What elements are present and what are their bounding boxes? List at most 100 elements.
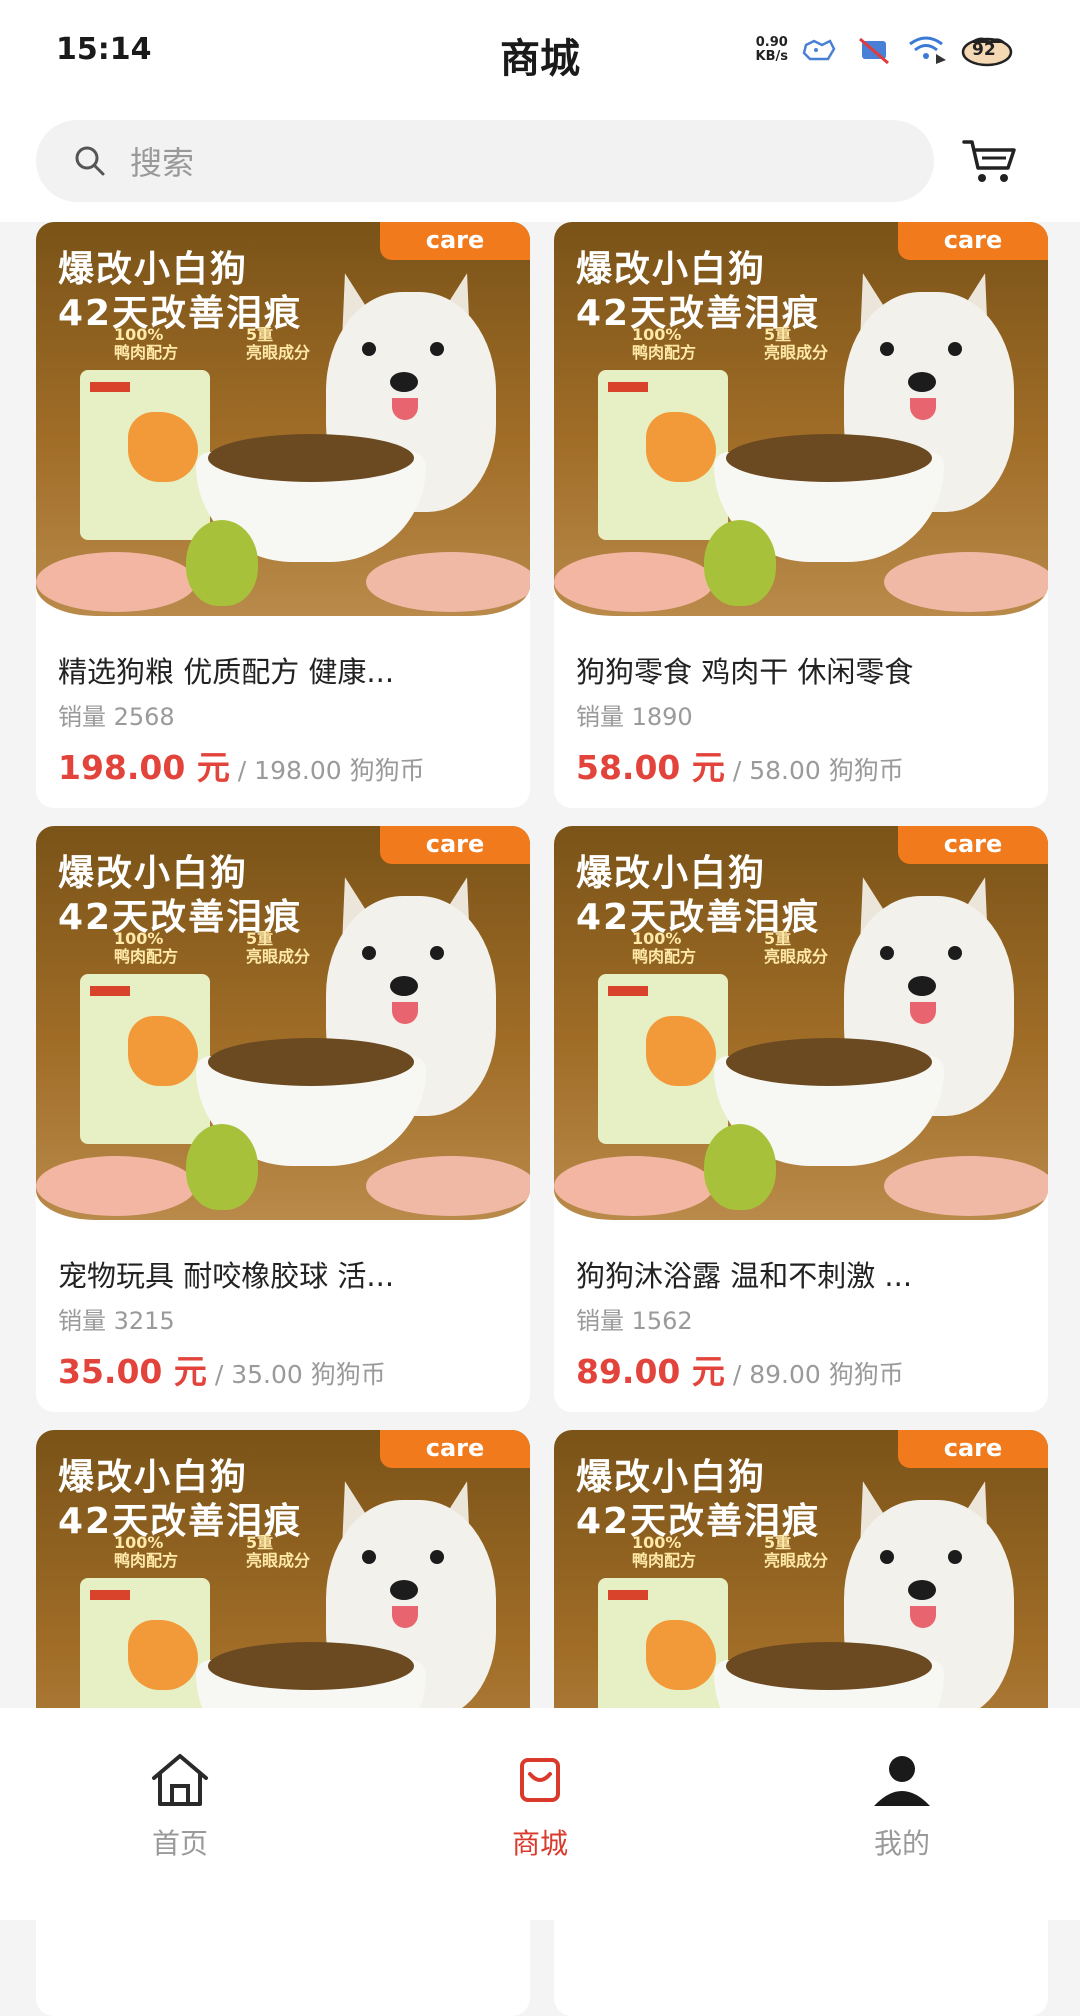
product-coin-price: / 58.00 狗狗币 — [724, 756, 904, 785]
badge1-bottom: 鸭肉配方 — [114, 343, 179, 362]
badge1-bottom: 鸭肉配方 — [114, 1551, 179, 1570]
dog-eye-right — [430, 1550, 444, 1564]
battery-icon: 92 — [960, 33, 1014, 67]
tab-profile[interactable]: 我的 — [822, 1752, 982, 1862]
dog-eye-left — [880, 1550, 894, 1564]
pear-illustration — [704, 1124, 776, 1210]
image-badge-2: 5重 亮眼成分 — [246, 930, 310, 966]
product-price-row — [576, 1954, 1026, 1998]
badge2-bottom: 亮眼成分 — [764, 343, 829, 362]
product-card-4[interactable]: 爆改小白狗 42天改善泪痕 care 100% 鸭肉配方 5重 亮眼成分 狗狗沐浴露… — [554, 826, 1048, 1412]
dog-eye-left — [362, 342, 376, 356]
tab-profile-label: 我的 — [873, 1827, 930, 1860]
kibble-illustration — [726, 1038, 932, 1086]
image-badge-2: 5重 亮眼成分 — [764, 1534, 828, 1570]
search-icon — [75, 146, 105, 176]
image-badge-1: 100% 鸭肉配方 — [114, 930, 178, 966]
meat-illustration-right — [884, 1156, 1048, 1216]
tab-home[interactable]: 首页 — [100, 1752, 260, 1862]
badge1-top: 100% — [632, 1533, 682, 1552]
net-speed: 0.90 KB/s — [756, 36, 788, 64]
product-price: 89.00 元 — [576, 1352, 725, 1391]
image-brand-tag: care — [380, 826, 530, 864]
dog-nose — [390, 1580, 418, 1600]
dog-nose — [390, 976, 418, 996]
search-placeholder: 搜索 — [130, 144, 195, 182]
product-image: 爆改小白狗 42天改善泪痕 care 100% 鸭肉配方 5重 亮眼成分 — [36, 826, 530, 1220]
image-badge-1: 100% 鸭肉配方 — [632, 326, 696, 362]
badge2-bottom: 亮眼成分 — [246, 947, 311, 966]
meat-illustration-left — [554, 552, 714, 612]
badge1-bottom: 鸭肉配方 — [114, 947, 179, 966]
product-card-2[interactable]: 爆改小白狗 42天改善泪痕 care 100% 鸭肉配方 5重 亮眼成分 狗狗零食 … — [554, 222, 1048, 808]
product-title: 狗狗沐浴露 温和不刺激 ... — [576, 1259, 913, 1293]
product-sales: 销量 1890 — [576, 703, 693, 731]
product-card-1[interactable]: 爆改小白狗 42天改善泪痕 care 100% 鸭肉配方 5重 亮眼成分 精选狗粮 … — [36, 222, 530, 808]
image-badge-1: 100% 鸭肉配方 — [114, 326, 178, 362]
badge2-top: 5重 — [764, 929, 792, 948]
badge2-top: 5重 — [246, 1533, 274, 1552]
meat-illustration-right — [366, 552, 530, 612]
product-image: 爆改小白狗 42天改善泪痕 care 100% 鸭肉配方 5重 亮眼成分 — [36, 222, 530, 616]
image-brand-tag: care — [380, 1430, 530, 1468]
product-title: 精选狗粮 优质配方 健康... — [58, 655, 395, 689]
cart-icon[interactable] — [962, 136, 1018, 186]
image-badge-1: 100% 鸭肉配方 — [114, 1534, 178, 1570]
status-icons: 0.90 KB/s 92 — [756, 30, 1014, 70]
product-title: 狗狗零食 鸡肉干 休闲零食 — [576, 655, 914, 689]
badge1-top: 100% — [114, 325, 164, 344]
product-price: 58.00 元 — [576, 748, 725, 787]
product-title: 宠物玩具 耐咬橡胶球 活... — [58, 1259, 395, 1293]
product-price-row — [58, 1954, 508, 1998]
image-badge-1: 100% 鸭肉配方 — [632, 930, 696, 966]
image-brand-tag: care — [898, 826, 1048, 864]
product-price: 198.00 元 — [58, 748, 230, 787]
badge1-top: 100% — [632, 929, 682, 948]
tab-shop[interactable]: 商城 — [460, 1752, 620, 1862]
dog-nose — [908, 976, 936, 996]
kibble-illustration — [726, 1642, 932, 1690]
search-input[interactable]: 搜索 — [36, 120, 934, 202]
meat-illustration-left — [36, 552, 196, 612]
kibble-illustration — [208, 434, 414, 482]
badge1-top: 100% — [632, 325, 682, 344]
food-bag-label — [90, 382, 130, 392]
dog-nose — [390, 372, 418, 392]
dog-eye-right — [948, 946, 962, 960]
badge2-top: 5重 — [246, 325, 274, 344]
muted-icon — [852, 33, 896, 67]
image-badge-1: 100% 鸭肉配方 — [632, 1534, 696, 1570]
food-bag-label — [90, 1590, 130, 1600]
badge1-bottom: 鸭肉配方 — [632, 1551, 697, 1570]
product-card-3[interactable]: 爆改小白狗 42天改善泪痕 care 100% 鸭肉配方 5重 亮眼成分 宠物玩具 … — [36, 826, 530, 1412]
net-speed-unit: KB/s — [755, 49, 788, 64]
product-price: 35.00 元 — [58, 1352, 207, 1391]
home-icon — [152, 1754, 208, 1806]
meat-illustration-left — [554, 1156, 714, 1216]
image-badge-2: 5重 亮眼成分 — [246, 1534, 310, 1570]
meat-illustration-right — [366, 1156, 530, 1216]
dog-eye-right — [430, 946, 444, 960]
tab-home-label: 首页 — [151, 1827, 208, 1860]
dog-nose — [908, 1580, 936, 1600]
product-price-row: 198.00 元 / 198.00 狗狗币 — [58, 746, 508, 790]
shop-bag-icon — [520, 1758, 560, 1802]
product-price-row: 89.00 元 / 89.00 狗狗币 — [576, 1350, 1026, 1394]
food-bag-label — [90, 986, 130, 996]
pear-illustration — [186, 1124, 258, 1210]
image-badge-2: 5重 亮眼成分 — [764, 326, 828, 362]
product-coin-price: / 198.00 狗狗币 — [229, 756, 425, 785]
dog-eye-right — [948, 342, 962, 356]
badge2-bottom: 亮眼成分 — [764, 947, 829, 966]
notification-app-icon — [798, 33, 842, 67]
image-brand-tag: care — [898, 1430, 1048, 1468]
pear-illustration — [186, 520, 258, 606]
kibble-illustration — [208, 1038, 414, 1086]
net-speed-value: 0.90 — [755, 35, 788, 50]
product-coin-price: / 89.00 狗狗币 — [724, 1360, 904, 1389]
header: 15:14 商城 0.90 KB/s 92 搜索 — [0, 0, 1080, 222]
product-price-row: 35.00 元 / 35.00 狗狗币 — [58, 1350, 508, 1394]
bottom-tabbar: 首页 商城 我的 — [0, 1708, 1080, 1920]
badge1-bottom: 鸭肉配方 — [632, 947, 697, 966]
badge2-bottom: 亮眼成分 — [764, 1551, 829, 1570]
